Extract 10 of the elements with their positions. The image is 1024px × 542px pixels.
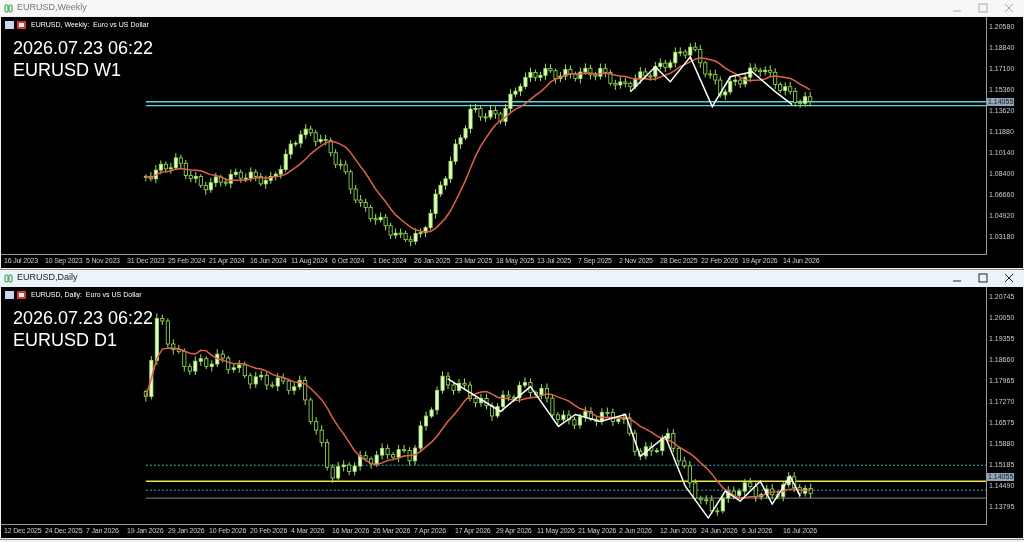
symbol-icon: [5, 291, 27, 300]
symbol-icon: [5, 21, 27, 30]
chart-window-icon: [4, 3, 13, 13]
overlay-time: 2026.07.23 06:22: [13, 307, 154, 329]
window-title: EURUSD,Daily: [17, 271, 78, 285]
overlay-symbol: EURUSD D1: [13, 329, 119, 351]
window-title: EURUSD,Weekly: [17, 1, 87, 15]
chart-window-icon: [4, 273, 13, 283]
overlay-time: 2026.07.23 06:22: [13, 37, 154, 59]
overlay-symbol: EURUSD W1: [13, 59, 122, 81]
